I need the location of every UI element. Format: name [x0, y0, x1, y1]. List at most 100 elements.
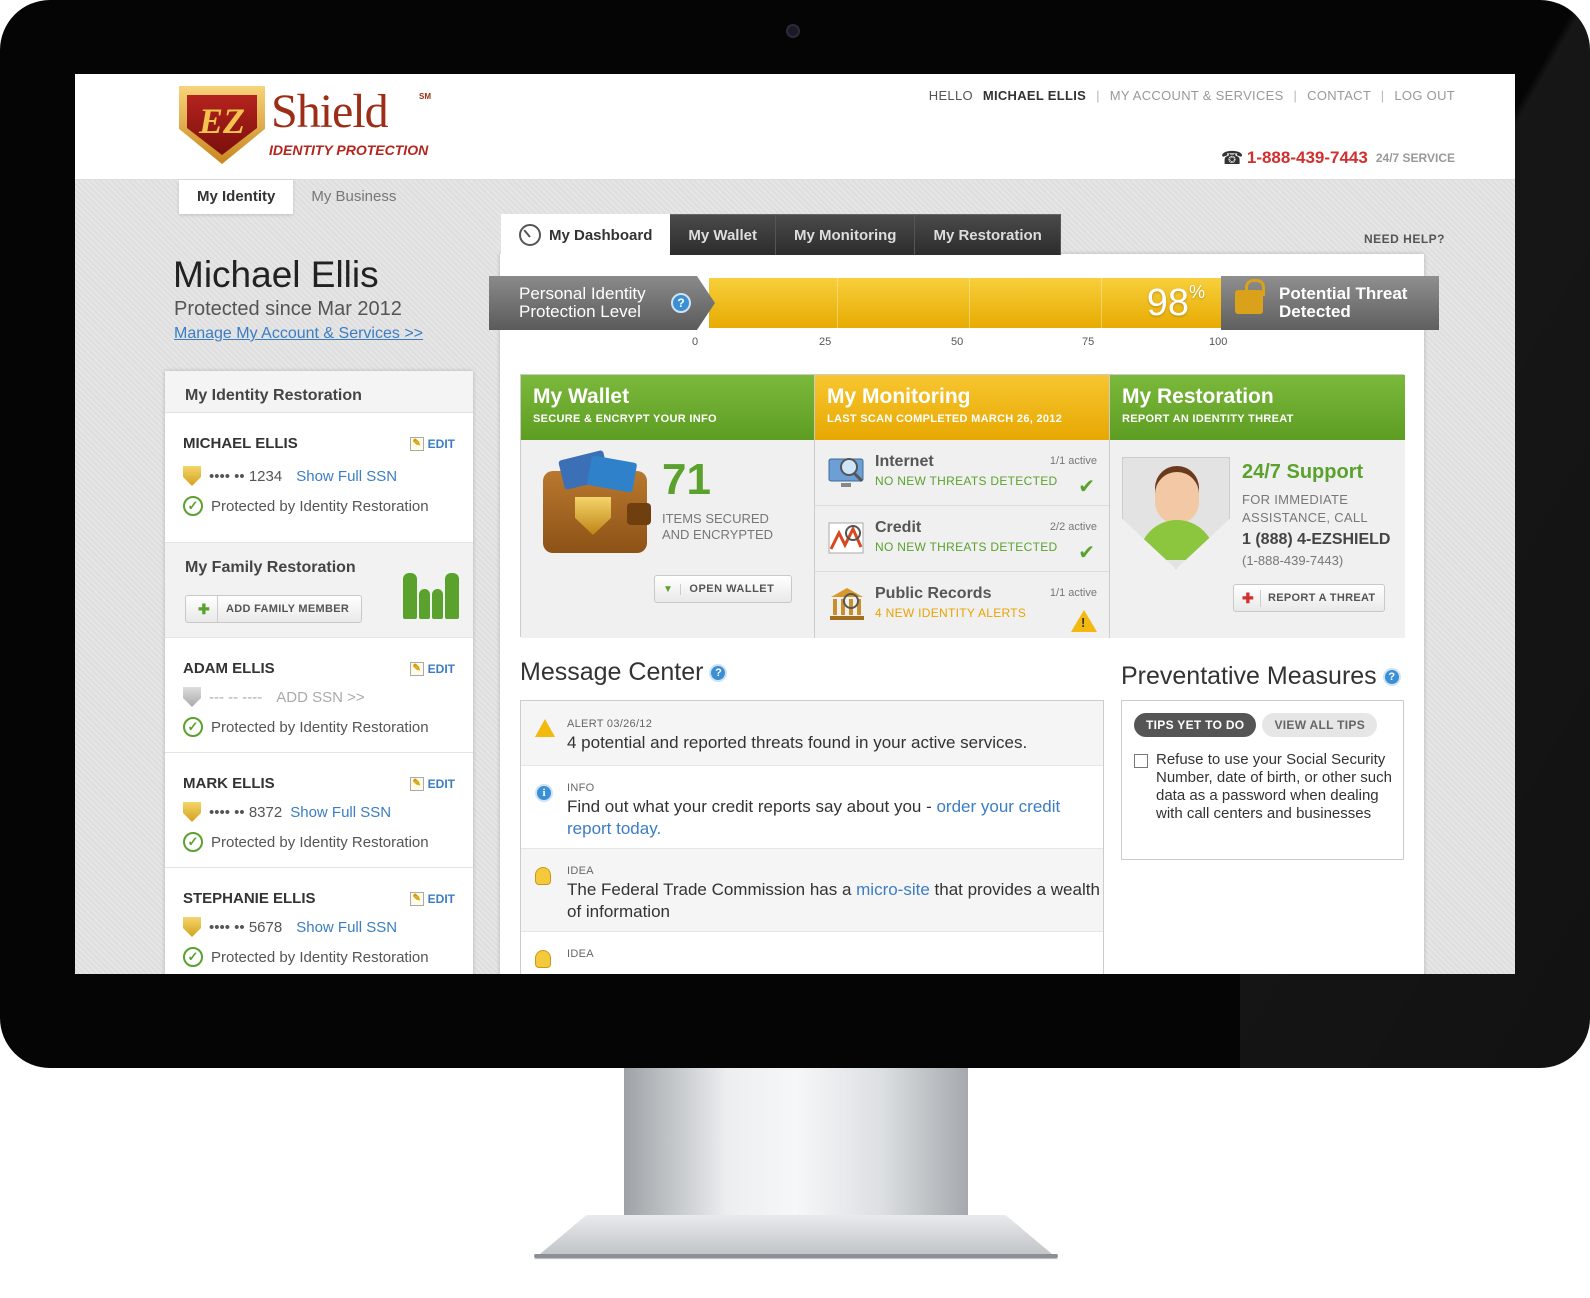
tab-view-all-tips[interactable]: VIEW ALL TIPS [1262, 713, 1378, 737]
message-item[interactable]: i INFO Find out what your credit reports… [521, 766, 1103, 849]
monitoring-row-public-records[interactable]: Public Records 4 NEW IDENTITY ALERTS 1/1… [815, 572, 1109, 638]
phone-number[interactable]: 1-888-439-7443 [1247, 148, 1368, 168]
protection-track: 98% [709, 278, 1227, 328]
open-wallet-button[interactable]: ▼ OPEN WALLET [654, 575, 792, 603]
need-help-link[interactable]: NEED HELP? [1364, 232, 1445, 246]
message-text-body: Find out what your credit reports say ab… [567, 797, 937, 816]
monitoring-subtitle: LAST SCAN COMPLETED MARCH 26, 2012 [827, 413, 1063, 425]
monitor-stand-edge [534, 1254, 1058, 1258]
tab-tips-yet-to-do[interactable]: TIPS YET TO DO [1134, 713, 1257, 737]
phone-service: 24/7 SERVICE [1375, 151, 1455, 165]
tab-my-monitoring[interactable]: My Monitoring [775, 214, 916, 255]
identity-restoration-panel: My Identity Restoration MICHAEL ELLIS ✎ E… [165, 371, 473, 974]
restoration-title: My Restoration [1122, 385, 1274, 408]
monitor-bezel: EZ Shield SM IDENTITY PROTECTION HELLO M… [0, 0, 1590, 1068]
logo-word: Shield [271, 85, 389, 138]
tab-my-business[interactable]: My Business [293, 180, 414, 214]
support-text-line1: FOR IMMEDIATE [1242, 492, 1349, 507]
message-type: INFO [567, 782, 595, 794]
message-text: The Federal Trade Commission has a micro… [567, 879, 1103, 923]
support-title: 24/7 Support [1242, 461, 1364, 483]
edit-button[interactable]: ✎ EDIT [409, 777, 455, 791]
restoration-card-header[interactable]: My Restoration REPORT AN IDENTITY THREAT [1110, 375, 1405, 440]
edit-button[interactable]: ✎ EDIT [409, 662, 455, 676]
message-item[interactable]: IDEA [521, 932, 1103, 974]
edit-button[interactable]: ✎ EDIT [409, 892, 455, 906]
ssn-masked: •••• •• 8372 [209, 803, 283, 821]
courthouse-icon [830, 588, 864, 620]
tab-my-dashboard[interactable]: My Dashboard [501, 214, 671, 256]
info-icon: i [535, 784, 555, 804]
edit-icon: ✎ [409, 777, 424, 791]
message-text: Find out what your credit reports say ab… [567, 796, 1103, 840]
user-name: MICHAEL ELLIS [982, 88, 1087, 103]
items-label-line1: ITEMS SECURED [662, 511, 769, 526]
protected-text: Protected by Identity Restoration [211, 497, 429, 515]
monitoring-row-status: 4 NEW IDENTITY ALERTS [875, 606, 1027, 620]
micro-site-link[interactable]: micro-site [856, 880, 930, 899]
red-cross-icon: ✚ [1242, 589, 1262, 607]
edit-label: EDIT [427, 662, 455, 676]
tip-checkbox[interactable] [1134, 754, 1148, 768]
protected-since: Protected since Mar 2012 [174, 298, 402, 320]
monitoring-row-internet[interactable]: Internet NO NEW THREATS DETECTED 1/1 act… [815, 440, 1109, 506]
protected-check-icon: ✓ [183, 496, 203, 516]
check-icon: ✔ [1078, 474, 1095, 498]
message-item[interactable]: ALERT 03/26/12 4 potential and reported … [521, 701, 1103, 766]
help-icon[interactable]: ? [709, 664, 728, 683]
lightbulb-icon [535, 867, 555, 887]
gridline [837, 278, 838, 328]
hello-text: HELLO [928, 88, 973, 103]
logo-subtitle: IDENTITY PROTECTION [269, 142, 429, 158]
webcam-icon [786, 24, 800, 38]
monitoring-card-header[interactable]: My Monitoring LAST SCAN COMPLETED MARCH … [815, 375, 1109, 440]
wallet-card: My Wallet SECURE & ENCRYPT YOUR INFO 71 … [521, 375, 815, 638]
potential-threat-badge[interactable]: Potential Threat Detected [1221, 276, 1439, 330]
wallet-icon [543, 449, 651, 553]
wallet-title: My Wallet [533, 385, 630, 408]
protection-help-icon[interactable]: ? [671, 293, 691, 313]
percent-value: 98 [1146, 282, 1189, 324]
preventative-title-text: Preventative Measures [1121, 662, 1377, 690]
edit-button[interactable]: ✎ EDIT [409, 437, 455, 451]
manage-account-link[interactable]: Manage My Account & Services >> [174, 325, 423, 343]
edit-icon: ✎ [409, 662, 424, 676]
gridline [1101, 278, 1102, 328]
add-ssn-link[interactable]: ADD SSN >> [276, 689, 364, 706]
percent-sign: % [1188, 282, 1205, 302]
monitoring-row-title: Internet [875, 453, 934, 470]
restoration-subtitle: REPORT AN IDENTITY THREAT [1122, 413, 1294, 425]
monitoring-card: My Monitoring LAST SCAN COMPLETED MARCH … [815, 375, 1110, 638]
items-count: 71 [662, 455, 711, 504]
my-account-link[interactable]: MY ACCOUNT & SERVICES [1110, 88, 1284, 103]
contact-link[interactable]: CONTACT [1307, 88, 1371, 103]
report-threat-button[interactable]: ✚ REPORT A THREAT [1233, 584, 1385, 612]
logo-sm-mark: SM [419, 92, 431, 101]
tab-my-identity[interactable]: My Identity [179, 180, 294, 214]
message-type: ALERT 03/26/12 [567, 718, 653, 730]
message-center-title: Message Center? [520, 658, 728, 687]
report-threat-label: REPORT A THREAT [1268, 592, 1376, 604]
add-family-member-button[interactable]: ✚ ADD FAMILY MEMBER [185, 595, 363, 623]
monitoring-row-credit[interactable]: Credit NO NEW THREATS DETECTED 2/2 activ… [815, 506, 1109, 572]
monitoring-row-title: Credit [875, 519, 922, 536]
tab-my-wallet[interactable]: My Wallet [670, 214, 776, 255]
show-ssn-link[interactable]: Show Full SSN [296, 919, 397, 936]
logout-link[interactable]: LOG OUT [1394, 88, 1455, 103]
edit-icon: ✎ [409, 437, 424, 451]
ezshield-logo[interactable]: EZ Shield SM IDENTITY PROTECTION [179, 82, 439, 168]
message-item[interactable]: IDEA The Federal Trade Commission has a … [521, 849, 1103, 932]
logo-shield-icon: EZ [179, 86, 265, 164]
threat-line1: Potential Threat [1279, 284, 1408, 303]
show-ssn-link[interactable]: Show Full SSN [296, 468, 397, 485]
help-icon[interactable]: ? [1382, 668, 1401, 687]
preventative-measures-title: Preventative Measures? [1121, 662, 1401, 691]
wallet-card-header[interactable]: My Wallet SECURE & ENCRYPT YOUR INFO [521, 375, 814, 440]
check-icon: ✔ [1078, 540, 1095, 564]
tips-tabs: TIPS YET TO DO VIEW ALL TIPS [1134, 713, 1378, 737]
tab-my-restoration[interactable]: My Restoration [915, 214, 1061, 255]
ssn-masked: •••• •• 5678 [209, 918, 283, 936]
show-ssn-link[interactable]: Show Full SSN [290, 804, 391, 821]
support-agent-icon [1122, 457, 1230, 569]
shield-icon [183, 466, 201, 486]
